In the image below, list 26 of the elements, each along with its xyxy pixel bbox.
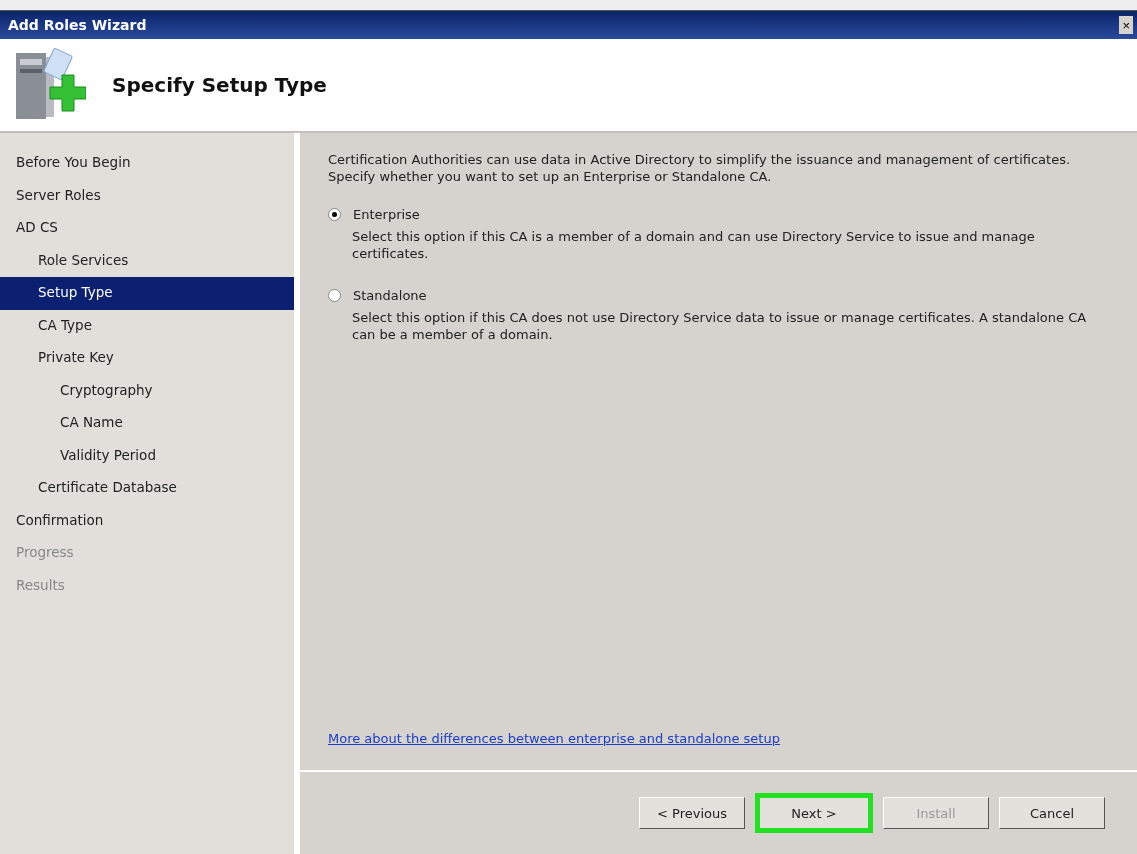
radio-button[interactable]: [328, 208, 341, 221]
nav-item[interactable]: Certificate Database: [0, 472, 294, 505]
help-link[interactable]: More about the differences between enterprise and standalone setup: [328, 731, 780, 746]
option-label: Enterprise: [353, 207, 420, 222]
nav-item[interactable]: CA Type: [0, 309, 294, 342]
nav-item[interactable]: Confirmation: [0, 504, 294, 537]
nav-item[interactable]: Cryptography: [0, 374, 294, 407]
wizard-button[interactable]: < Previous: [639, 797, 745, 829]
option-description: Select this option if this CA is a member of a domain and can use Directory Service to issue and manage certificates.: [352, 228, 1036, 262]
page-title: Specify Setup Type: [112, 73, 327, 97]
nav-item[interactable]: Validity Period: [0, 439, 294, 472]
description-text: Certification Authorities can use data in Active Directory to simplify the issuance and management of certificates. Specify whether you want to set up an Enterprise or Standalone CA.: [328, 151, 1072, 185]
nav-item[interactable]: CA Name: [0, 407, 294, 440]
close-button[interactable]: ×: [1119, 16, 1133, 34]
window-title: Add Roles Wizard: [8, 17, 147, 33]
option-label: Standalone: [353, 288, 427, 303]
nav-item[interactable]: Setup Type: [0, 277, 294, 310]
nav-item[interactable]: Role Services: [0, 244, 294, 277]
option-description: Select this option if this CA does not use Directory Service data to issue or manage certificates. A standalone CA can be a member of a domain.: [352, 309, 1088, 343]
wizard-button[interactable]: Cancel: [999, 797, 1105, 829]
wizard-button[interactable]: Next >: [755, 793, 873, 833]
nav-item[interactable]: Before You Begin: [0, 147, 294, 180]
nav-item[interactable]: Server Roles: [0, 179, 294, 212]
nav-item[interactable]: AD CS: [0, 212, 294, 245]
radio-button[interactable]: [328, 289, 341, 302]
nav-item[interactable]: Private Key: [0, 342, 294, 375]
